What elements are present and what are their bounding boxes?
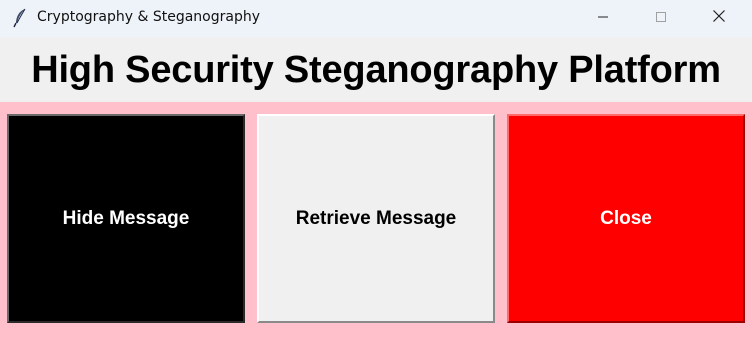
window-close-button[interactable] <box>696 0 742 37</box>
feather-icon <box>12 8 28 28</box>
hide-message-button[interactable]: Hide Message <box>7 114 245 323</box>
minimize-icon <box>597 10 609 28</box>
minimize-button[interactable] <box>580 0 626 37</box>
close-button[interactable]: Close <box>507 114 745 323</box>
app-window: Cryptography & Steganography High Securi… <box>0 0 752 349</box>
maximize-icon <box>655 10 667 28</box>
page-title: High Security Steganography Platform <box>31 49 721 91</box>
retrieve-message-button[interactable]: Retrieve Message <box>257 114 495 323</box>
maximize-button[interactable] <box>638 0 684 37</box>
window-title: Cryptography & Steganography <box>37 9 261 25</box>
close-icon <box>712 9 726 28</box>
title-bar[interactable]: Cryptography & Steganography <box>0 0 752 37</box>
